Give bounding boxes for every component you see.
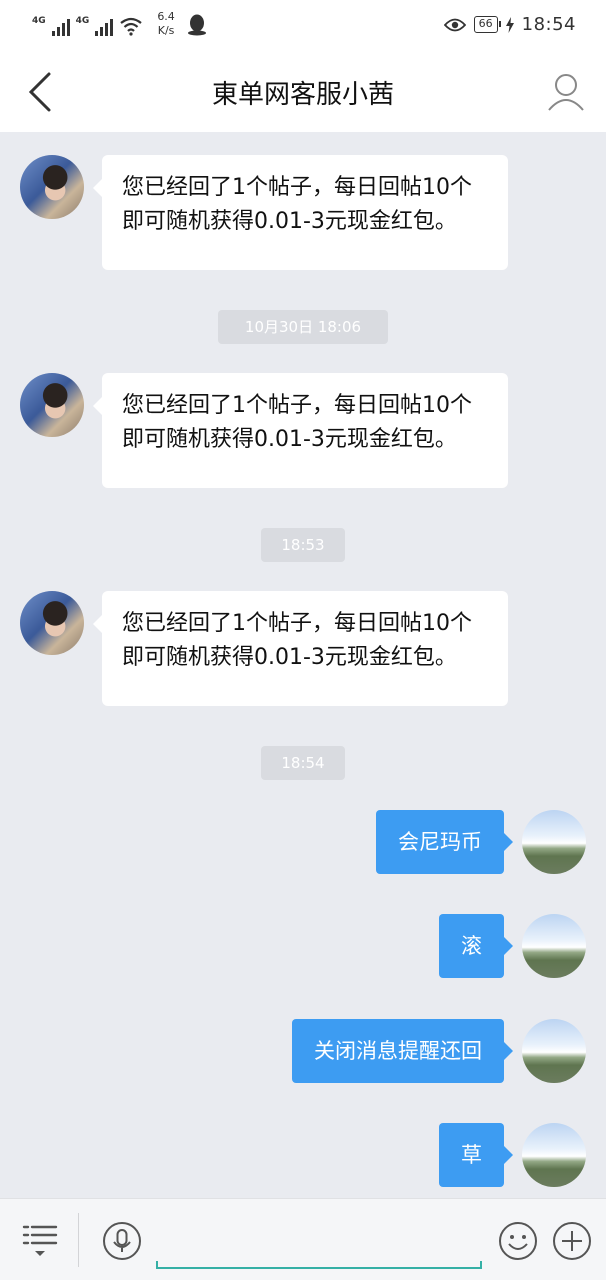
more-button[interactable] [552,1221,592,1261]
user-message[interactable]: 草 [439,1123,513,1187]
menu-button[interactable] [22,1223,60,1259]
user-icon [548,74,584,111]
eye-icon [443,18,466,31]
signal-icon [95,16,114,36]
message-timestamp: 10月30日 18:06 [218,310,388,344]
network-type-2: 4G [75,16,90,26]
message-timestamp: 18:53 [261,528,345,562]
user-message[interactable]: 滚 [439,914,513,978]
user-message[interactable]: 会尼玛币 [376,810,513,874]
input-underline-tick [156,1261,158,1269]
user-avatar[interactable] [522,914,586,978]
agent-avatar[interactable] [20,155,84,219]
network-speed-value: 6.4 [157,10,175,23]
user-avatar[interactable] [522,1123,586,1187]
agent-message[interactable]: 您已经回了1个帖子，每日回帖10个即可随机获得0.01-3元现金红包。 [93,155,508,270]
profile-button[interactable] [546,70,586,114]
agent-message[interactable]: 您已经回了1个帖子，每日回帖10个即可随机获得0.01-3元现金红包。 [93,591,508,706]
network-speed-unit: K/s [157,24,175,37]
user-avatar[interactable] [522,1019,586,1083]
chat-header: 東单网客服小茜 [0,52,606,132]
qq-icon [187,14,206,36]
user-avatar[interactable] [522,810,586,874]
user-message[interactable]: 关闭消息提醒还回 [292,1019,513,1083]
chat-title: 東单网客服小茜 [211,80,394,110]
battery-indicator: 66 [473,16,501,33]
divider [78,1213,79,1267]
input-bar [0,1198,606,1280]
agent-avatar[interactable] [20,373,84,437]
plus-circle-icon [553,1222,591,1260]
emoji-button[interactable] [498,1221,538,1261]
signal-icon [51,16,70,36]
message-timestamp: 18:54 [261,746,345,780]
network-type-1: 4G [32,16,46,26]
input-underline-tick [480,1261,482,1269]
charging-icon [505,16,514,33]
smiley-icon [499,1222,537,1260]
agent-avatar[interactable] [20,591,84,655]
agent-message[interactable]: 您已经回了1个帖子，每日回帖10个即可随机获得0.01-3元现金红包。 [93,373,508,488]
menu-icon [22,1225,58,1256]
wifi-icon [120,17,142,36]
network-speed: 6.4 K/s [157,10,175,38]
microphone-icon [103,1222,141,1260]
status-bar: 4G 4G 6.4 K/s 66 18:54 [0,0,606,52]
status-time: 18:54 [521,14,576,35]
voice-button[interactable] [102,1221,142,1261]
message-input[interactable] [156,1219,482,1269]
